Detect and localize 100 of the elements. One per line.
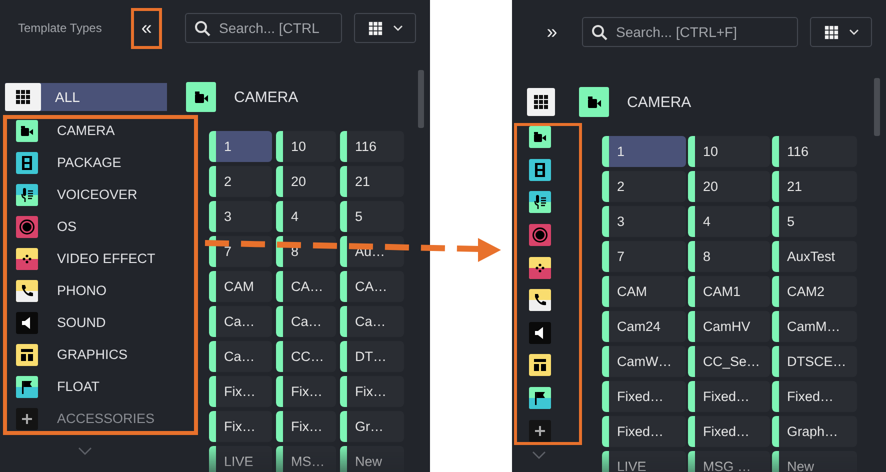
template-tile[interactable]: Graph… [772, 416, 857, 447]
template-tile[interactable]: CamHV [688, 311, 770, 342]
category-item[interactable]: OS [16, 215, 77, 238]
grid-icon [824, 24, 838, 40]
template-tile[interactable]: LIVE [209, 446, 272, 472]
template-tile[interactable]: Ca… [209, 341, 272, 372]
template-tile[interactable]: MSG … [688, 451, 770, 472]
camera-icon [186, 82, 216, 112]
search-field[interactable]: Search... [CTRL+F] [582, 17, 798, 47]
search-field[interactable]: Search... [CTRL [185, 13, 342, 43]
scrollbar[interactable] [874, 78, 880, 136]
template-tile[interactable]: 116 [772, 136, 857, 167]
panel-title: Template Types [18, 21, 103, 35]
category-item[interactable]: SOUND [16, 311, 106, 334]
expand-button[interactable]: » [540, 22, 564, 42]
category-item[interactable]: FLOAT [16, 375, 100, 398]
category-item[interactable]: VIDEO EFFECT [16, 247, 156, 270]
template-tile[interactable]: 7 [602, 241, 686, 272]
template-tile[interactable]: Ca… [340, 306, 404, 337]
template-tile[interactable]: CamW… [602, 346, 686, 377]
template-tile[interactable]: 10 [276, 131, 336, 162]
category-item[interactable]: GRAPHICS [16, 343, 128, 366]
search-icon [591, 24, 608, 40]
template-tile[interactable]: CAM1 [688, 276, 770, 307]
caret-icon [848, 29, 858, 35]
template-tile[interactable]: 3 [209, 201, 272, 232]
template-tile[interactable]: CAM2 [772, 276, 857, 307]
template-tile[interactable]: 1 [602, 136, 686, 167]
template-tile[interactable]: 4 [688, 206, 770, 237]
view-button[interactable] [810, 17, 872, 47]
template-tile[interactable]: 5 [340, 201, 404, 232]
speaker-icon[interactable] [529, 322, 551, 344]
camera-icon[interactable] [529, 126, 551, 148]
template-tile[interactable]: New [340, 446, 404, 472]
template-tile[interactable]: CAM [602, 276, 686, 307]
template-tile[interactable]: Fix… [209, 376, 272, 407]
template-tile[interactable]: DT… [340, 341, 404, 372]
chevron-down-icon[interactable] [78, 447, 92, 455]
template-tile[interactable]: 21 [340, 166, 404, 197]
film-icon[interactable] [529, 158, 551, 181]
template-tile[interactable]: 20 [276, 166, 336, 197]
chevron-down-icon[interactable] [532, 451, 546, 459]
template-tile[interactable]: New [772, 451, 857, 472]
template-tile[interactable]: 21 [772, 171, 857, 202]
category-item[interactable]: PHONO [16, 279, 107, 302]
phone-icon[interactable] [529, 289, 551, 312]
layout-icon[interactable] [529, 354, 551, 376]
template-tile[interactable]: Fixed… [772, 381, 857, 412]
template-tile[interactable]: CA… [276, 271, 336, 302]
all-item[interactable]: ALL [5, 83, 167, 111]
template-tile[interactable]: Fix… [276, 411, 336, 442]
category-item[interactable]: CAMERA [16, 119, 115, 142]
scrollbar[interactable] [418, 70, 424, 128]
template-tile[interactable]: Fixed… [688, 416, 770, 447]
template-tile[interactable]: Ca… [209, 306, 272, 337]
grid-icon[interactable] [527, 88, 555, 116]
template-tile[interactable]: 5 [772, 206, 857, 237]
template-tile[interactable]: Fix… [209, 411, 272, 442]
template-tile[interactable]: 116 [340, 131, 404, 162]
collapse-button[interactable]: « [138, 18, 155, 38]
camera-icon [579, 87, 609, 117]
template-tile[interactable]: 8 [688, 241, 770, 272]
template-tile[interactable]: 2 [209, 166, 272, 197]
template-tile[interactable]: CAM [209, 271, 272, 302]
search-input[interactable]: Search... [CTRL [219, 20, 333, 36]
template-tile[interactable]: 1 [209, 131, 272, 162]
template-tile[interactable]: Ca… [276, 306, 336, 337]
category-item[interactable]: PACKAGE [16, 151, 122, 174]
template-tile[interactable]: Cam24 [602, 311, 686, 342]
template-tile[interactable]: CamM… [772, 311, 857, 342]
template-tile[interactable]: 3 [602, 206, 686, 237]
dots-icon[interactable] [529, 256, 551, 279]
template-tile[interactable]: Fixed… [602, 381, 686, 412]
section-title: CAMERA [627, 94, 692, 110]
template-tile[interactable]: Fixed… [602, 416, 686, 447]
template-tile[interactable]: Fix… [340, 376, 404, 407]
template-tile[interactable]: Fix… [276, 376, 336, 407]
template-tile[interactable]: CA… [340, 271, 404, 302]
template-tile[interactable]: DTSCE… [772, 346, 857, 377]
template-tile[interactable]: 20 [688, 171, 770, 202]
grid-icon [368, 20, 382, 36]
flag-icon[interactable] [529, 387, 551, 410]
template-tile[interactable]: Gr… [340, 411, 404, 442]
template-tile[interactable]: Fixed… [688, 381, 770, 412]
template-tile[interactable]: CC… [276, 341, 336, 372]
category-item[interactable]: VOICEOVER [16, 183, 138, 206]
record-icon[interactable] [529, 224, 551, 246]
template-tile[interactable]: CC_Se… [688, 346, 770, 377]
template-tile[interactable]: 4 [276, 201, 336, 232]
template-tile[interactable]: MS… [276, 446, 336, 472]
template-tile[interactable]: LIVE [602, 451, 686, 472]
search-icon [194, 20, 211, 36]
template-tile[interactable]: 2 [602, 171, 686, 202]
view-button[interactable] [354, 13, 416, 43]
template-tile[interactable]: 10 [688, 136, 770, 167]
search-input[interactable]: Search... [CTRL+F] [616, 24, 789, 40]
section-title: CAMERA [234, 88, 298, 106]
microphone-icon[interactable] [529, 191, 551, 214]
grid-icon [5, 83, 41, 111]
template-tile[interactable]: AuxTest [772, 241, 857, 272]
